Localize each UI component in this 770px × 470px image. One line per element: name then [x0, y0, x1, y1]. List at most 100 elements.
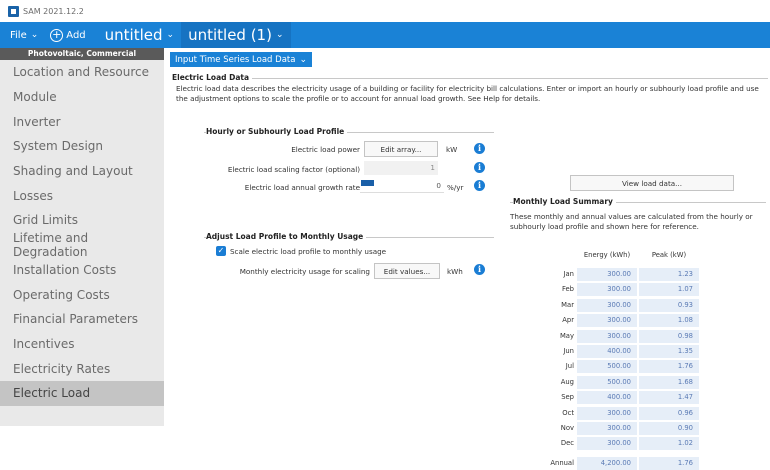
monthly-unit: kWh	[447, 267, 463, 276]
peak-cell: 1.07	[639, 283, 699, 297]
chevron-down-icon: ⌄	[299, 54, 307, 65]
sidebar-item-losses[interactable]: Losses	[0, 183, 164, 208]
peak-column-header: Peak (kW)	[651, 251, 687, 259]
add-case-button[interactable]: + Add	[50, 27, 86, 42]
peak-cell: 0.93	[639, 298, 699, 312]
case-tab-untitled[interactable]: untitled ⌄	[98, 22, 181, 48]
schedule-toggle-icon[interactable]	[361, 180, 374, 186]
peak-cell: 1.23	[639, 268, 699, 281]
sidebar-item-location-and-resource[interactable]: Location and Resource	[0, 60, 164, 85]
sidebar-item-operating-costs[interactable]: Operating Costs	[0, 282, 164, 307]
energy-cell: 300.00	[577, 298, 637, 312]
scaling-factor-label: Electric load scaling factor (optional)	[227, 165, 360, 174]
peak-cell: 1.47	[639, 391, 699, 405]
edit-values-button[interactable]: Edit values...	[374, 263, 440, 279]
month-label: May	[559, 331, 574, 340]
energy-cell: 300.00	[577, 329, 637, 343]
power-unit: kW	[446, 145, 458, 154]
peak-cell: 1.35	[639, 345, 699, 358]
sidebar-header: Photovoltaic, Commercial	[0, 48, 164, 60]
peak-cell: 1.02	[639, 437, 699, 451]
sidebar-item-financial-parameters[interactable]: Financial Parameters	[0, 307, 164, 332]
title-bar: SAM 2021.12.2	[0, 0, 770, 22]
annual-growth-label: Electric load annual growth rate	[244, 183, 360, 192]
sidebar-item-shading-and-layout[interactable]: Shading and Layout	[0, 159, 164, 184]
scaling-factor-input[interactable]: 1	[364, 161, 438, 175]
sidebar-item-electric-load[interactable]: Electric Load	[0, 380, 164, 406]
section-description: Electric load data describes the electri…	[176, 84, 759, 103]
scale-monthly-checkbox[interactable]: ✓	[216, 246, 226, 256]
view-load-data-button[interactable]: View load data...	[570, 175, 734, 191]
annual-growth-input[interactable]: 0	[360, 179, 444, 193]
annual-growth-value: 0	[436, 181, 441, 190]
electric-load-power-label: Electric load power	[291, 145, 360, 154]
chevron-down-icon: ⌄	[275, 30, 284, 40]
energy-cell: 500.00	[577, 360, 637, 374]
month-label: Dec	[560, 439, 574, 448]
energy-cell: 500.00	[577, 375, 637, 389]
energy-cell: 300.00	[577, 283, 637, 297]
scale-monthly-label: Scale electric load profile to monthly u…	[230, 247, 387, 256]
file-menu-button[interactable]: File ⌄	[10, 30, 38, 41]
peak-cell: 1.68	[639, 375, 699, 389]
energy-cell: 300.00	[577, 406, 637, 420]
info-icon[interactable]: i	[474, 180, 485, 191]
month-label: Jun	[563, 347, 574, 355]
month-label: Apr	[562, 316, 574, 325]
sidebar: Photovoltaic, Commercial Location and Re…	[0, 48, 164, 426]
month-label: Mar	[561, 300, 574, 309]
annual-label: Annual	[550, 459, 574, 467]
add-case-label: Add	[66, 29, 86, 41]
month-label: Aug	[560, 377, 574, 386]
month-label: Oct	[562, 408, 574, 417]
energy-column-header: Energy (kWh)	[583, 251, 631, 259]
info-icon[interactable]: i	[474, 162, 485, 173]
energy-cell: 300.00	[577, 437, 637, 451]
section-divider	[172, 78, 768, 79]
annual-peak-cell: 1.76	[639, 457, 699, 470]
monthly-usage-label: Monthly electricity usage for scaling	[239, 267, 370, 276]
energy-cell: 300.00	[577, 314, 637, 328]
edit-array-button[interactable]: Edit array...	[364, 141, 438, 157]
case-tab-label: untitled (1)	[188, 26, 272, 44]
peak-cell: 1.76	[639, 360, 699, 374]
file-menu-label: File	[10, 29, 27, 41]
sidebar-item-electricity-rates[interactable]: Electricity Rates	[0, 356, 164, 381]
energy-cell: 400.00	[577, 345, 637, 358]
sidebar-item-inverter[interactable]: Inverter	[0, 109, 164, 134]
summary-description: These monthly and annual values are calc…	[510, 212, 753, 231]
main-panel: Input Time Series Load Data ⌄ Electric L…	[164, 48, 770, 470]
chevron-down-icon: ⌄	[30, 30, 39, 40]
window-title: SAM 2021.12.2	[23, 6, 84, 16]
month-label: Feb	[561, 285, 574, 294]
input-time-series-label: Input Time Series Load Data	[175, 54, 296, 65]
plus-circle-icon: +	[50, 27, 64, 42]
energy-cell: 300.00	[577, 422, 637, 435]
chevron-down-icon: ⌄	[166, 30, 175, 40]
load-profile-title: Hourly or Subhourly Load Profile	[206, 127, 348, 136]
peak-cell: 0.98	[639, 329, 699, 343]
peak-cell: 0.90	[639, 422, 699, 435]
sidebar-item-incentives[interactable]: Incentives	[0, 332, 164, 357]
annual-energy-cell: 4,200.00	[577, 457, 637, 470]
info-icon[interactable]: i	[474, 143, 485, 154]
sidebar-item-module[interactable]: Module	[0, 85, 164, 110]
month-label: Jan	[563, 270, 574, 278]
input-time-series-dropdown[interactable]: Input Time Series Load Data ⌄	[170, 52, 312, 67]
adjust-title: Adjust Load Profile to Monthly Usage	[206, 232, 367, 241]
month-label: Jul	[565, 362, 574, 371]
peak-cell: 0.96	[639, 406, 699, 420]
sidebar-item-installation-costs[interactable]: Installation Costs	[0, 258, 164, 283]
energy-cell: 400.00	[577, 391, 637, 405]
peak-cell: 1.08	[639, 314, 699, 328]
top-bar: File ⌄ + Add untitled ⌄ untitled (1) ⌄	[0, 22, 770, 48]
info-icon[interactable]: i	[474, 264, 485, 275]
sam-app-icon	[8, 5, 19, 17]
sidebar-item-system-design[interactable]: System Design	[0, 134, 164, 159]
sidebar-item-grid-limits[interactable]: Grid Limits	[0, 208, 164, 233]
summary-title: Monthly Load Summary	[513, 197, 616, 206]
growth-unit: %/yr	[447, 183, 464, 192]
sidebar-item-lifetime-and-degradation[interactable]: Lifetime and Degradation	[0, 231, 164, 259]
month-label: Nov	[560, 424, 574, 432]
case-tab-untitled-1[interactable]: untitled (1) ⌄	[181, 22, 291, 48]
